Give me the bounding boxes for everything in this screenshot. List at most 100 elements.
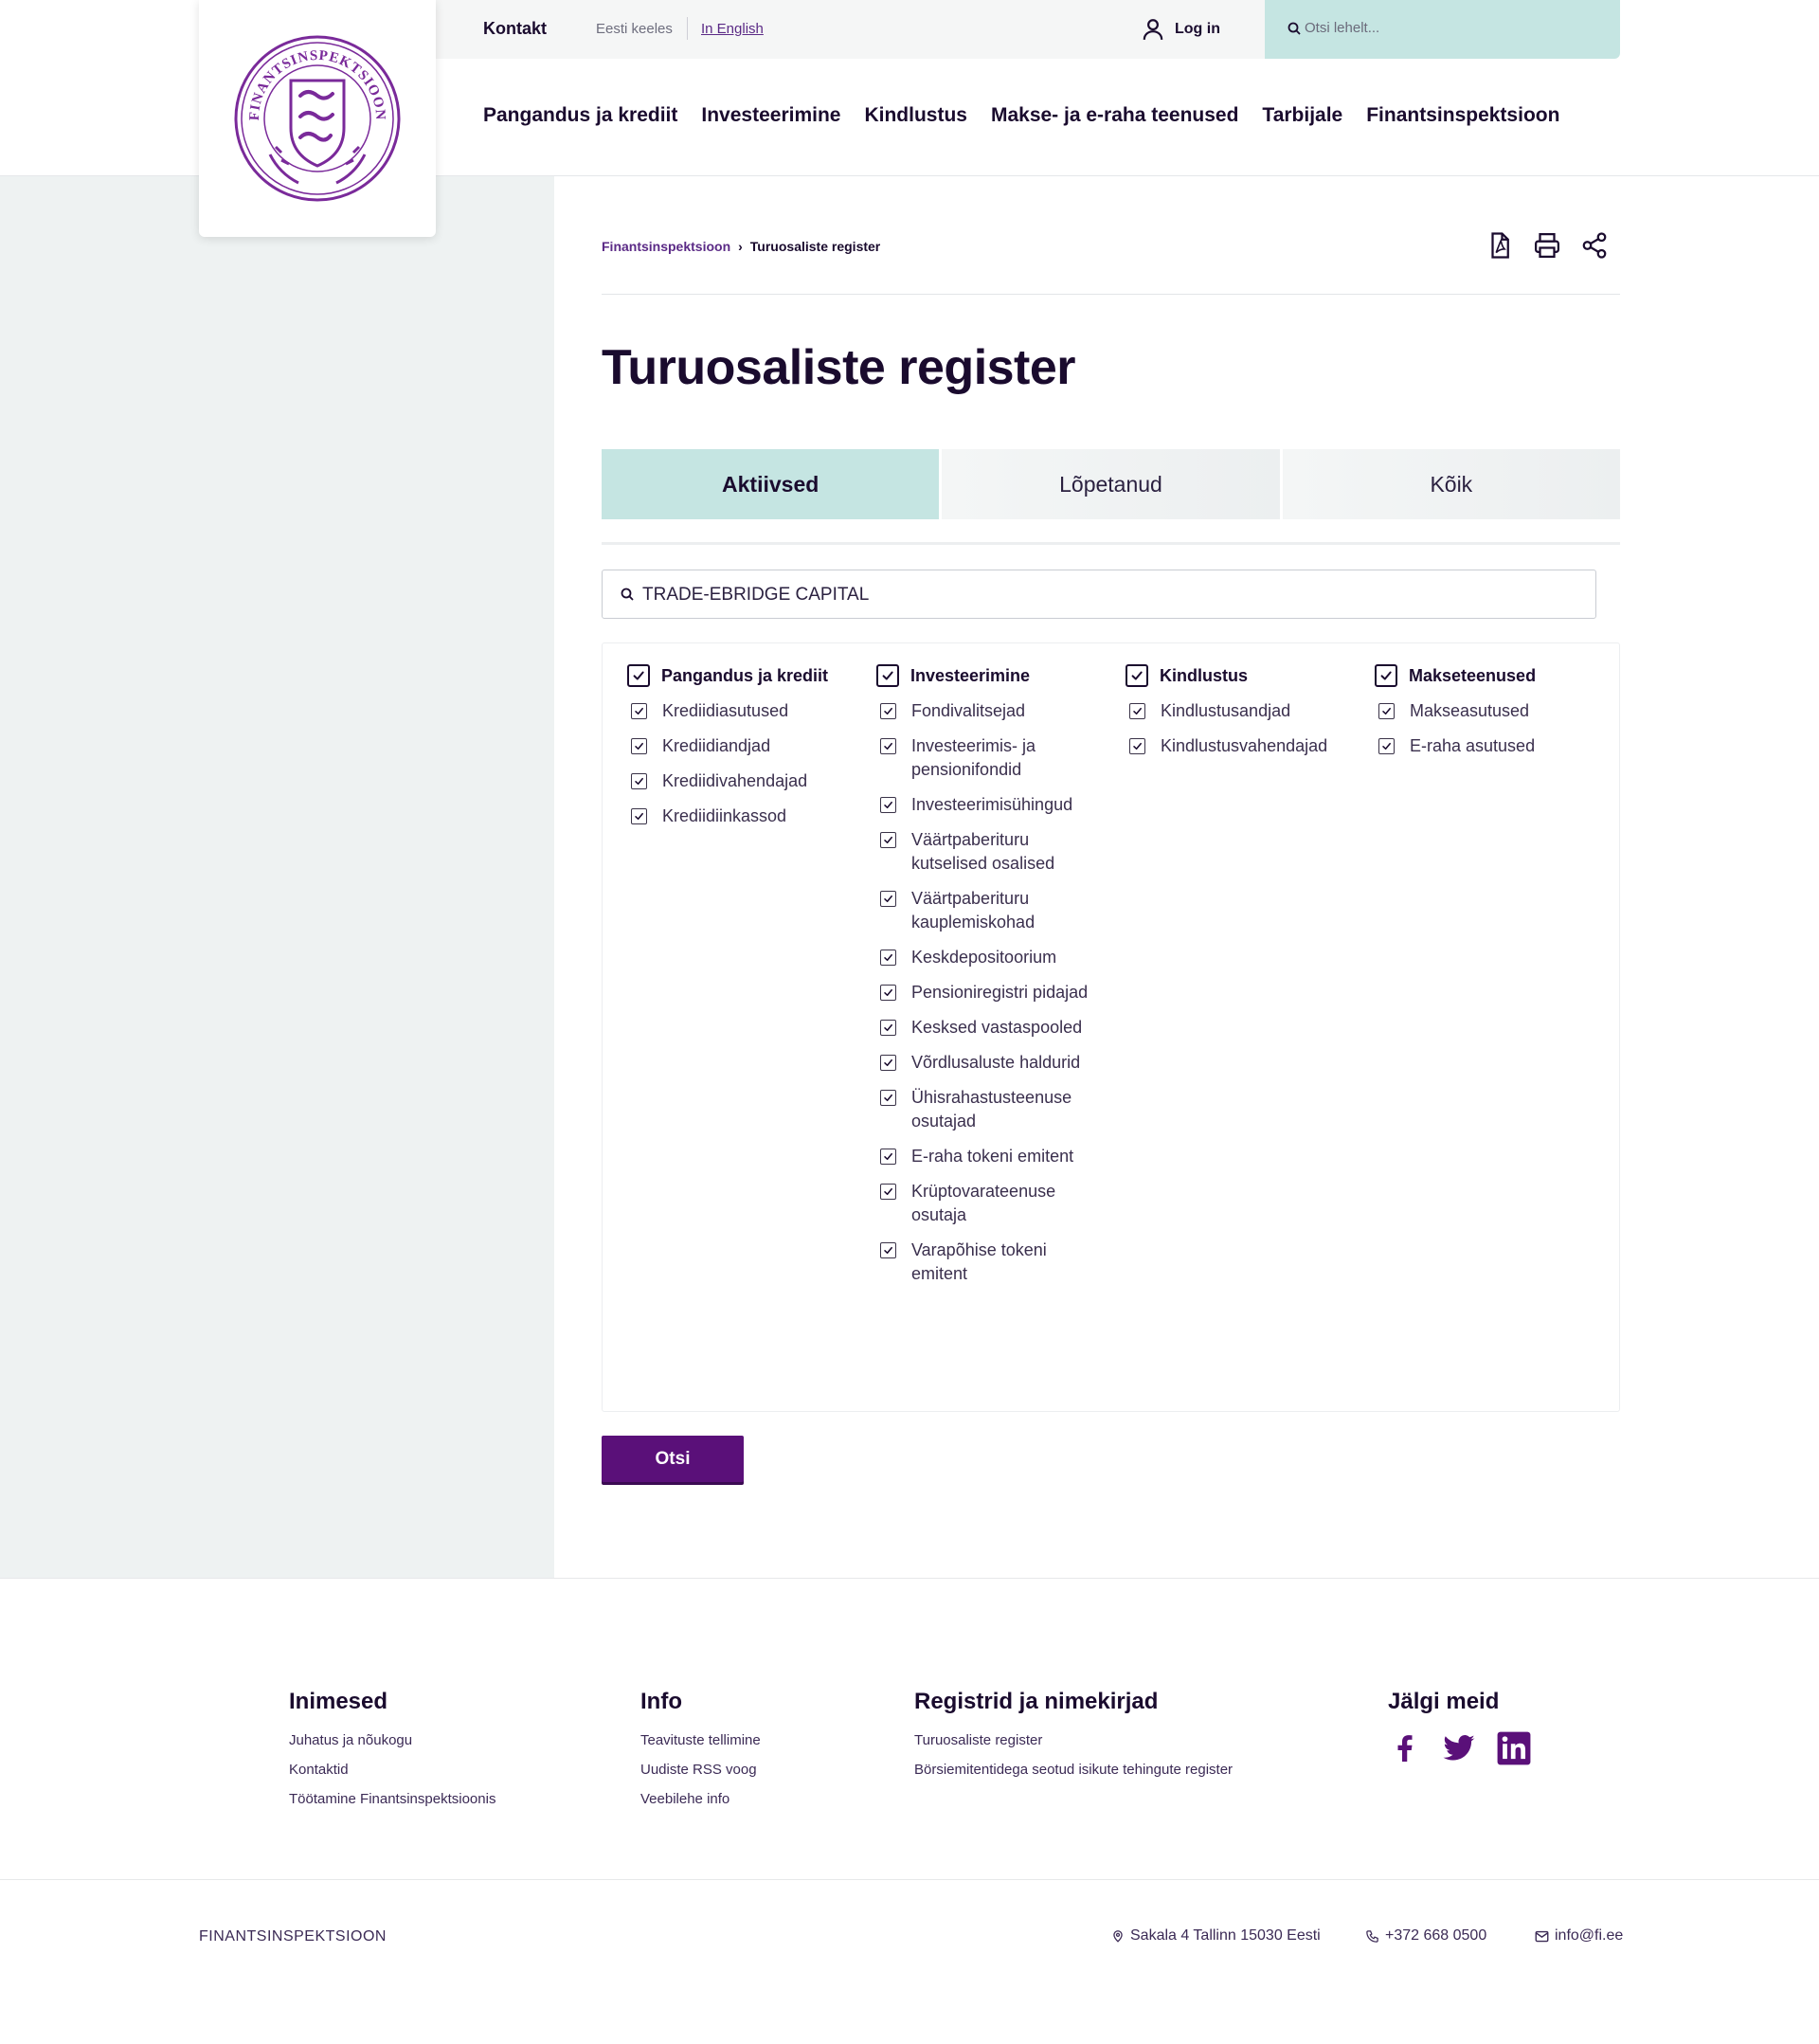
checkbox-checked-icon[interactable]	[631, 773, 647, 789]
filter-option-checkbox[interactable]: Investeerimisühingud	[876, 793, 1094, 817]
nav-item-authority[interactable]: Finantsinspektsioon	[1366, 104, 1559, 127]
checkbox-checked-icon[interactable]	[1378, 703, 1395, 719]
nav-item-payments[interactable]: Makse- ja e-raha teenused	[991, 104, 1238, 127]
footer-heading: Info	[640, 1689, 682, 1714]
checkbox-checked-icon[interactable]	[880, 1184, 896, 1200]
lang-estonian-link[interactable]: Eesti keeles	[596, 21, 673, 37]
checkbox-checked-icon[interactable]	[631, 738, 647, 754]
checkbox-checked-icon[interactable]	[627, 664, 650, 687]
checkbox-checked-icon[interactable]	[1126, 664, 1148, 687]
checkbox-checked-icon[interactable]	[880, 1055, 896, 1071]
filter-group-checkbox[interactable]: Investeerimine	[876, 664, 1094, 688]
filter-option-label: Investeerimis- ja pensionifondid	[911, 736, 1036, 779]
nav-item-consumer[interactable]: Tarbijale	[1262, 104, 1342, 127]
checkbox-checked-icon[interactable]	[880, 1149, 896, 1165]
filter-option-checkbox[interactable]: Võrdlusaluste haldurid	[876, 1051, 1094, 1075]
filter-option-label: E-raha tokeni emitent	[911, 1147, 1074, 1166]
share-icon[interactable]	[1580, 231, 1609, 260]
footer-phone-text: +372 668 0500	[1385, 1927, 1487, 1944]
checkbox-checked-icon[interactable]	[631, 703, 647, 719]
linkedin-icon[interactable]	[1496, 1730, 1532, 1771]
checkbox-checked-icon[interactable]	[876, 664, 899, 687]
filter-option-checkbox[interactable]: Pensioniregistri pidajad	[876, 981, 1094, 1004]
footer-link[interactable]: Töötamine Finantsinspektsioonis	[289, 1791, 495, 1807]
footer-link[interactable]: Kontaktid	[289, 1762, 495, 1778]
checkbox-checked-icon[interactable]	[880, 738, 896, 754]
filter-column-banking: Pangandus ja krediit Krediidiasutused Kred…	[627, 664, 845, 840]
footer-link[interactable]: Juhatus ja nõukogu	[289, 1732, 495, 1748]
checkbox-checked-icon[interactable]	[880, 1020, 896, 1036]
main-navigation: Pangandus ja krediit Investeerimine Kind…	[483, 104, 1583, 127]
print-icon[interactable]	[1533, 231, 1561, 260]
facebook-icon[interactable]	[1388, 1730, 1422, 1771]
filter-option-checkbox[interactable]: Varapõhise tokeni emitent	[876, 1239, 1094, 1286]
contact-link[interactable]: Kontakt	[483, 19, 547, 39]
footer-email-text: info@fi.ee	[1555, 1927, 1624, 1944]
filter-option-checkbox[interactable]: Krediidiasutused	[627, 699, 845, 723]
filter-option-checkbox[interactable]: Kindlustusvahendajad	[1126, 734, 1343, 758]
filter-option-label: Fondivalitsejad	[911, 701, 1026, 720]
content-divider	[0, 1578, 1819, 1579]
search-submit-button[interactable]: Otsi	[602, 1436, 744, 1482]
checkbox-checked-icon[interactable]	[880, 985, 896, 1001]
filter-group-checkbox[interactable]: Makseteenused	[1375, 664, 1593, 688]
filter-option-checkbox[interactable]: Kindlustusandjad	[1126, 699, 1343, 723]
filter-option-checkbox[interactable]: E-raha tokeni emitent	[876, 1145, 1094, 1168]
filter-group-checkbox[interactable]: Kindlustus	[1126, 664, 1343, 688]
footer-phone[interactable]: +372 668 0500	[1365, 1927, 1486, 1945]
lang-english-link[interactable]: In English	[701, 21, 764, 37]
checkbox-checked-icon[interactable]	[1129, 738, 1145, 754]
filter-option-label: Varapõhise tokeni emitent	[911, 1240, 1047, 1283]
checkbox-checked-icon[interactable]	[880, 1090, 896, 1106]
filter-column-payments: Makseteenused Makseasutused E-raha asutuse…	[1375, 664, 1593, 769]
checkbox-checked-icon[interactable]	[631, 808, 647, 824]
site-search-input[interactable]: Otsi lehelt...	[1265, 0, 1620, 59]
filter-option-checkbox[interactable]: E-raha asutused	[1375, 734, 1593, 758]
checkbox-checked-icon[interactable]	[880, 1242, 896, 1258]
pdf-icon[interactable]	[1486, 231, 1514, 260]
tab-active[interactable]: Aktiivsed	[602, 449, 940, 519]
footer-email[interactable]: info@fi.ee	[1535, 1927, 1623, 1945]
tab-ended[interactable]: Lõpetanud	[942, 449, 1280, 519]
filter-option-checkbox[interactable]: Keskdepositoorium	[876, 946, 1094, 969]
filter-option-checkbox[interactable]: Krediidiinkassod	[627, 805, 845, 828]
filter-option-checkbox[interactable]: Investeerimis- ja pensionifondid	[876, 734, 1094, 782]
footer-link[interactable]: Teavituste tellimine	[640, 1732, 761, 1748]
filter-option-checkbox[interactable]: Väärtpaberituru kutselised osalised	[876, 828, 1094, 876]
footer-link[interactable]: Veebilehe info	[640, 1791, 761, 1807]
filter-option-checkbox[interactable]: Väärtpaberituru kauplemiskohad	[876, 887, 1094, 934]
checkbox-checked-icon[interactable]	[1375, 664, 1397, 687]
footer-link[interactable]: Uudiste RSS voog	[640, 1762, 761, 1778]
checkbox-checked-icon[interactable]	[1378, 738, 1395, 754]
checkbox-checked-icon[interactable]	[880, 950, 896, 966]
filter-option-checkbox[interactable]: Fondivalitsejad	[876, 699, 1094, 723]
filter-option-checkbox[interactable]: Krediidivahendajad	[627, 769, 845, 793]
logo[interactable]: FINANTSINSPEKTSIOON	[199, 0, 436, 237]
filter-option-label: Kindlustusandjad	[1161, 701, 1291, 720]
filter-option-checkbox[interactable]: Ühisrahastusteenuse osutajad	[876, 1086, 1094, 1133]
filter-option-checkbox[interactable]: Krüptovarateenuse osutaja	[876, 1180, 1094, 1227]
filter-group-checkbox[interactable]: Pangandus ja krediit	[627, 664, 845, 688]
checkbox-checked-icon[interactable]	[880, 891, 896, 907]
filter-option-checkbox[interactable]: Krediidiandjad	[627, 734, 845, 758]
twitter-icon[interactable]	[1441, 1730, 1477, 1771]
footer-link[interactable]: Turuosaliste register	[914, 1732, 1233, 1748]
checkbox-checked-icon[interactable]	[880, 703, 896, 719]
checkbox-checked-icon[interactable]	[880, 832, 896, 848]
tab-all[interactable]: Kõik	[1282, 449, 1620, 519]
footer-link[interactable]: Börsiemitentidega seotud isikute tehingu…	[914, 1762, 1233, 1778]
login-button[interactable]: Log in	[1141, 17, 1220, 42]
nav-item-insurance[interactable]: Kindlustus	[864, 104, 967, 127]
footer-divider	[0, 1879, 1819, 1880]
lang-divider	[687, 17, 688, 40]
filter-option-label: Võrdlusaluste haldurid	[911, 1053, 1081, 1072]
register-search-input[interactable]	[642, 582, 1571, 608]
filter-option-checkbox[interactable]: Kesksed vastaspooled	[876, 1016, 1094, 1040]
breadcrumb-home-link[interactable]: Finantsinspektsioon	[602, 239, 730, 254]
logo-seal-icon: FINANTSINSPEKTSIOON	[234, 35, 401, 202]
nav-item-banking[interactable]: Pangandus ja krediit	[483, 104, 677, 127]
checkbox-checked-icon[interactable]	[880, 797, 896, 813]
filter-option-checkbox[interactable]: Makseasutused	[1375, 699, 1593, 723]
checkbox-checked-icon[interactable]	[1129, 703, 1145, 719]
nav-item-investing[interactable]: Investeerimine	[701, 104, 840, 127]
